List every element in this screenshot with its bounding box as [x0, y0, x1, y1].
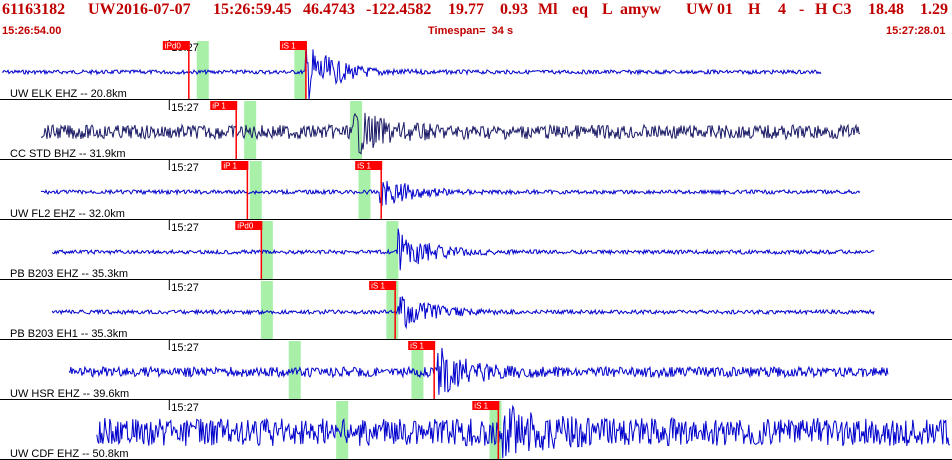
end-time: 15:27:28.01 [886, 25, 946, 37]
event-magnitude: 0.93 [500, 1, 528, 18]
waveform[interactable] [51, 296, 875, 330]
event-id: 61163182 [2, 1, 66, 18]
station-label: PB B203 EH1 -- 35.3km [10, 328, 127, 340]
pick-label: iS 1 [474, 402, 488, 411]
pick-label: iP 1 [223, 162, 237, 171]
event-lat: 46.4743 [303, 1, 355, 18]
timespan: Timespan= 34 s [428, 25, 514, 37]
pick-label: iPd0 [165, 42, 182, 51]
event-depth: 19.77 [448, 1, 484, 18]
station-label: CC STD BHZ -- 31.9km [10, 148, 126, 160]
minute-label: 15:27 [171, 102, 199, 114]
waveform[interactable] [68, 347, 889, 395]
pick-label: iS 1 [371, 282, 385, 291]
pick-label: iS 1 [357, 162, 371, 171]
minute-label: 15:27 [171, 342, 199, 354]
minute-label: 15:27 [171, 162, 199, 174]
minute-label: 15:27 [171, 402, 199, 414]
event-class: C3 [832, 1, 852, 18]
trace-row[interactable]: 15:27 iPd0 PB B203 EHZ -- 35.3km [0, 220, 952, 280]
waveform[interactable] [40, 180, 861, 206]
station-label: UW ELK EHZ -- 20.8km [10, 88, 127, 100]
event-dash: - [799, 1, 805, 18]
start-time: 15:26:54.00 [2, 25, 62, 37]
trace-row[interactable]: 15:27 iP 1 iS 1 UW FL2 EHZ -- 32.0km [0, 160, 952, 220]
station-label: PB B203 EHZ -- 35.3km [10, 268, 128, 280]
pick-label: iPd0 [237, 222, 254, 231]
waveform[interactable] [96, 404, 950, 459]
event-status: L [602, 1, 613, 18]
event-source: UW [686, 1, 714, 18]
phase-pick[interactable]: iP 1 [221, 161, 249, 219]
pick-label: iS 1 [282, 42, 296, 51]
event-type: eq [572, 1, 588, 18]
event-analyst: amyw [620, 1, 661, 18]
trace-row[interactable]: 15:27 iS 1 UW HSR EHZ -- 39.6km [0, 340, 952, 400]
trace-row[interactable]: 15:27 iS 1 UW CDF EHZ -- 50.8km [0, 400, 952, 460]
event-rms: 18.48 [868, 1, 904, 18]
phase-pick[interactable]: iPd0 [162, 41, 190, 99]
event-count: 4 [778, 1, 786, 18]
phase-pick[interactable]: iPd0 [235, 221, 263, 279]
time-window[interactable] [249, 161, 262, 219]
event-lon: -122.4582 [366, 1, 432, 18]
pick-label: iS 1 [410, 342, 424, 351]
event-version: 01 [717, 1, 733, 18]
phase-pick[interactable]: iP 1 [210, 101, 238, 159]
pick-label: iP 1 [212, 102, 226, 111]
minute-label: 15:27 [171, 222, 199, 234]
event-network: UW [88, 1, 116, 18]
seismogram-panel[interactable]: 15:27 iPd0 iS 1 UW ELK EHZ -- 20.8km 15:27 iP… [0, 40, 952, 460]
event-flag: H [815, 1, 828, 18]
station-label: UW FL2 EHZ -- 32.0km [10, 208, 125, 220]
trace-row[interactable]: 15:27 iS 1 PB B203 EH1 -- 35.3km [0, 280, 952, 340]
trace-row[interactable]: 15:27 iP 1 CC STD BHZ -- 31.9km [0, 100, 952, 160]
time-window[interactable] [260, 281, 273, 339]
waveform[interactable] [40, 112, 861, 155]
event-date: 2016-07-07 [116, 1, 191, 18]
trace-row[interactable]: 15:27iPd0iS 1UW ELK EHZ -- 20.8km [0, 40, 952, 100]
event-quality: H [748, 1, 761, 18]
event-mag-type: Ml [538, 1, 558, 18]
station-label: UW CDF EHZ -- 50.8km [10, 448, 129, 460]
event-time: 15:26:59.45 [213, 1, 292, 18]
waveform[interactable] [51, 228, 875, 271]
event-error: 1.29 [920, 1, 948, 18]
minute-label: 15:27 [171, 282, 199, 294]
station-label: UW HSR EHZ -- 39.6km [10, 388, 129, 400]
event-summary-header: 61163182 UW 2016-07-07 15:26:59.45 46.47… [0, 0, 952, 20]
